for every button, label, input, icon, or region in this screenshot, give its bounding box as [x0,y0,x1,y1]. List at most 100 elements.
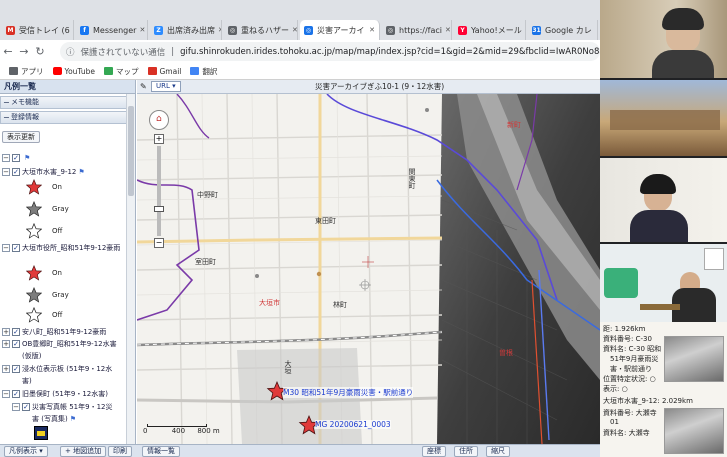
tab-messenger[interactable]: f Messenger ✕ [76,20,148,40]
bookmark-youtube[interactable]: YouTube [52,66,96,76]
expand-icon[interactable]: − [12,403,20,411]
memo-section-header[interactable]: メモ機能 [0,96,135,109]
bookmark-apps[interactable]: アプリ [9,66,44,77]
pencil-icon[interactable]: ✎ [140,80,147,94]
info-icon: ⓘ [66,47,75,58]
reload-icon[interactable]: ↻ [32,45,48,58]
address-bar[interactable]: ⓘ 保護されていない通信 | gifu.shinrokuden.irides.t… [60,42,600,61]
zoom-out-button[interactable]: − [154,238,164,248]
print-button[interactable]: 印刷 [108,446,132,457]
legend-item-gray: Gray [26,198,69,220]
checkbox[interactable]: ✓ [12,154,20,162]
url-button[interactable]: URL ▾ [151,81,181,92]
bookmark-gmail[interactable]: Gmail [147,66,182,76]
tab-hazard-map[interactable]: ◎ 重ねるハザー ✕ [224,20,298,40]
expand-icon[interactable]: − [2,154,10,162]
marker-label[interactable]: MG 20200621_0003 [315,420,391,429]
close-icon[interactable]: ✕ [522,26,526,34]
layer-ogaki-cityhall[interactable]: − ✓ 大垣市役所_昭和51年9-12豪雨 [2,242,120,254]
close-icon[interactable]: ✕ [366,26,375,34]
forward-arrow-icon[interactable]: → [16,45,32,58]
zoom-slider-track[interactable] [154,146,164,236]
register-section-header[interactable]: 登録情報 [0,111,135,124]
layer-water-level-board[interactable]: + ✓ 浸水位表示板 (51年9・12水 [2,363,112,375]
bookmark-maps[interactable]: マップ [104,66,139,77]
legend-state-label: Off [52,311,63,319]
checkbox[interactable]: ✓ [12,365,20,373]
layer-sunomata[interactable]: − ✓ 旧墨俣町 (51年9・12水害) [2,388,108,400]
participant-video-2[interactable] [600,80,727,156]
expand-icon[interactable]: + [2,340,10,348]
flag-icon: ⚑ [24,154,31,162]
legend-toggle-button[interactable]: 凡例表示 ▾ [4,446,48,457]
close-icon[interactable]: ✕ [289,26,297,34]
expand-icon[interactable]: + [2,328,10,336]
add-map-button[interactable]: + 地図追加 [60,446,107,457]
browser-tab-bar: M 受信トレイ (6✕ f Messenger✕ Z 出席済み出席✕ ◎ 重ねる… [0,0,600,40]
tab-gmail[interactable]: M 受信トレイ (6✕ [2,20,74,40]
participant-video-3[interactable] [600,158,727,242]
pan-control[interactable]: ⌂ [149,110,169,130]
map-view[interactable]: ✎ URL ▾ 災害アーカイブぎふ10-1 (9・12水害) ⌂ + − 中野町… [137,80,600,444]
close-icon[interactable]: ✕ [70,26,74,34]
layer-anpachi[interactable]: + ✓ 安八町_昭和51年9-12豪雨 [2,326,106,338]
checkbox[interactable]: ✓ [22,403,30,411]
bookmark-translate[interactable]: 翻訳 [190,66,217,77]
scale-button[interactable]: 縮尺 [486,446,510,457]
participant-video-4[interactable] [600,244,727,322]
participant-video-1[interactable] [600,0,727,78]
photo-thumbnail[interactable] [664,336,724,382]
close-icon[interactable]: ✕ [442,26,451,34]
map-application: 凡例一覧 メモ機能 登録情報 表示更新 − ✓ ⚑ − ✓ 大垣市水害_9-12… [0,80,600,457]
layer-label: 安八町_昭和51年9-12豪雨 [22,328,107,336]
button-label: 座標 [427,447,441,455]
tab-disaster-archive[interactable]: ◎ 災害アーカイ ✕ [300,20,380,40]
coordinate-button[interactable]: 座標 [422,446,446,457]
photo-thumbnail[interactable] [664,408,724,454]
zoom-in-button[interactable]: + [154,134,164,144]
checkbox[interactable]: ✓ [12,340,20,348]
legend-item-off: Off [26,220,62,242]
expand-icon[interactable]: − [2,168,10,176]
info-list-button[interactable]: 情報一覧 [142,446,180,457]
button-label: 情報一覧 [147,447,175,455]
layer-label: 害) [22,377,32,385]
bookmark-label: Gmail [159,66,182,76]
checkbox[interactable]: ✓ [12,168,20,176]
close-icon[interactable]: ✕ [136,26,145,34]
expand-icon[interactable]: + [2,365,10,373]
info-field: 資料番号: 大瀬寺 [603,409,657,417]
layer-photo-album[interactable]: − ✓ 災害写真帳 51年9・12災 [12,401,113,413]
tab-label: 災害アーカイ [317,25,365,35]
scrollbar-thumb[interactable] [128,106,134,196]
zoom-slider-handle[interactable] [154,206,164,212]
checkbox[interactable]: ✓ [12,390,20,398]
tab-faci[interactable]: ◎ https://faci ✕ [382,20,452,40]
bookmark-label: YouTube [64,66,96,76]
zoom-control: ⌂ + − [149,110,169,248]
tab-zoom[interactable]: Z 出席済み出席✕ [150,20,222,40]
info-field: 表示: ○ [603,385,628,393]
place-label: 林町 [333,301,347,309]
legend-state-label: On [52,269,62,277]
tab-yahoo-mail[interactable]: Y Yahoo!メール✕ [454,20,526,40]
expand-icon[interactable]: − [2,244,10,252]
address-button[interactable]: 住所 [454,446,478,457]
tab-label: 重ねるハザー [241,25,289,35]
checkbox[interactable]: ✓ [12,244,20,252]
back-arrow-icon[interactable]: ← [0,45,16,58]
legend-item-on: On [26,176,62,198]
home-icon[interactable]: ⌂ [156,114,162,124]
security-label: 保護されていない通信 [80,47,166,58]
checkbox[interactable]: ✓ [12,328,20,336]
expand-icon[interactable]: − [2,390,10,398]
marker-label[interactable]: M30 昭和51年9月豪雨災害・駅前通り [283,387,414,398]
screen: M 受信トレイ (6✕ f Messenger✕ Z 出席済み出席✕ ◎ 重ねる… [0,0,727,457]
close-icon[interactable]: ✕ [215,26,221,34]
legend-item-on: On [26,262,62,284]
tree-root[interactable]: − ✓ ⚑ [2,152,30,164]
tab-google-calendar[interactable]: 31 Google カレ [528,20,598,40]
layer-toyosato[interactable]: + ✓ OB豊郷町_昭和51年9-12水害 [2,338,117,350]
legend-scrollbar[interactable] [126,94,135,444]
refresh-button[interactable]: 表示更新 [2,131,40,143]
